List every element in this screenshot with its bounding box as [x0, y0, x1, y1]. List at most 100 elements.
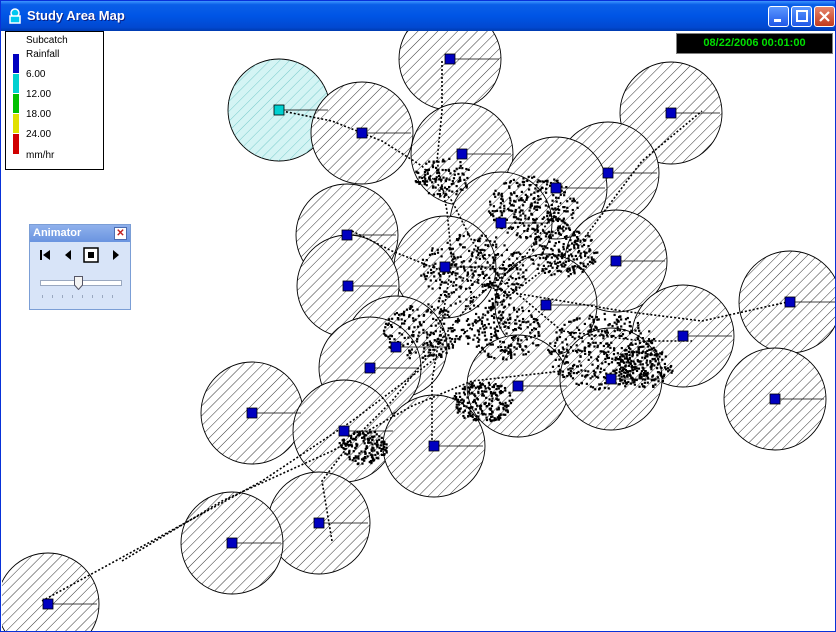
network-junction — [471, 283, 474, 286]
map-canvas[interactable] — [2, 31, 836, 631]
network-junction — [491, 415, 494, 418]
network-junction — [616, 357, 619, 361]
network-junction — [585, 382, 588, 385]
network-junction — [495, 277, 498, 280]
network-junction — [440, 280, 443, 284]
subcatchment-centroid[interactable] — [428, 440, 440, 452]
network-junction — [486, 343, 489, 346]
network-junction — [579, 364, 583, 367]
subcatchment-centroid[interactable] — [677, 330, 689, 342]
subcatchment-centroid[interactable] — [338, 425, 350, 437]
network-junction — [386, 323, 390, 326]
rewind-button[interactable] — [35, 245, 55, 265]
subcatchment-centroid[interactable] — [540, 299, 552, 311]
network-junction — [634, 329, 637, 332]
subcatchment-centroid[interactable] — [784, 296, 796, 308]
network-junction — [431, 165, 435, 169]
network-junction — [472, 399, 476, 403]
subcatchment-centroid[interactable] — [512, 380, 524, 392]
network-junction — [414, 318, 417, 321]
subcatchment-centroid[interactable] — [341, 229, 353, 241]
network-junction — [456, 256, 459, 259]
subcatchment-centroid[interactable] — [439, 261, 451, 273]
subcatchment-centroid[interactable] — [444, 53, 456, 65]
network-junction — [410, 348, 413, 351]
network-junction — [646, 374, 649, 377]
subcatchment-centroid[interactable] — [342, 280, 354, 292]
subcatchment-centroid[interactable] — [602, 167, 614, 179]
title-bar[interactable]: Study Area Map — [1, 1, 835, 31]
network-junction — [613, 313, 616, 317]
network-junction — [494, 293, 497, 296]
network-junction — [555, 331, 558, 334]
subcatchment-centroid[interactable] — [390, 341, 402, 353]
subcatchment-centroid[interactable] — [246, 407, 258, 419]
network-junction — [517, 272, 520, 275]
subcatchment-centroid[interactable] — [665, 107, 677, 119]
subcatchment-centroid[interactable] — [42, 598, 54, 610]
stop-button[interactable] — [81, 245, 101, 265]
network-junction — [546, 210, 549, 213]
network-junction — [512, 306, 516, 309]
network-junction — [567, 254, 571, 257]
network-junction — [489, 203, 492, 206]
network-junction — [625, 374, 629, 378]
network-junction — [515, 234, 518, 237]
network-junction — [501, 358, 505, 361]
subcatchment-centroid[interactable] — [313, 517, 325, 529]
network-junction — [542, 247, 545, 250]
network-junction — [526, 229, 529, 232]
back-button[interactable] — [58, 245, 78, 265]
network-junction — [358, 452, 361, 455]
subcatchment-centroid[interactable] — [273, 104, 285, 116]
network-junction — [527, 224, 530, 227]
network-junction — [485, 396, 488, 399]
network-junction — [592, 258, 595, 261]
maximize-button[interactable] — [791, 6, 812, 27]
network-junction — [657, 358, 660, 361]
network-junction — [490, 332, 493, 336]
network-junction — [511, 209, 514, 213]
animator-title-bar[interactable]: Animator ✕ — [30, 225, 130, 242]
subcatchment-centroid[interactable] — [364, 362, 376, 374]
close-button[interactable] — [814, 6, 835, 27]
network-junction — [407, 336, 410, 339]
subcatchment-centroid[interactable] — [226, 537, 238, 549]
network-junction — [376, 439, 379, 442]
subcatchment-centroid[interactable] — [550, 182, 562, 194]
network-junction — [577, 383, 580, 386]
network-junction — [486, 404, 489, 408]
network-junction — [520, 190, 523, 193]
network-junction — [573, 234, 576, 237]
animator-panel[interactable]: Animator ✕ — [29, 224, 131, 310]
network-junction — [470, 296, 473, 300]
map-drawing[interactable] — [2, 31, 836, 631]
network-junction — [583, 322, 586, 326]
network-junction — [649, 361, 652, 364]
network-junction — [351, 459, 354, 462]
network-junction — [495, 334, 498, 338]
subcatchment-centroid[interactable] — [456, 148, 468, 160]
network-junction — [501, 199, 504, 203]
minimize-button[interactable] — [768, 6, 789, 27]
animator-close-button[interactable]: ✕ — [114, 227, 127, 240]
datetime-display: 08/22/2006 00:01:00 — [676, 33, 833, 54]
network-junction — [433, 339, 436, 342]
network-junction — [522, 177, 525, 180]
network-junction — [462, 414, 465, 418]
network-junction — [449, 280, 453, 283]
network-junction — [490, 394, 493, 397]
network-junction — [576, 236, 579, 239]
forward-button[interactable] — [106, 245, 126, 265]
network-junction — [422, 314, 425, 317]
subcatchment-centroid[interactable] — [769, 393, 781, 405]
subcatchment-centroid[interactable] — [605, 373, 617, 385]
speed-slider-thumb[interactable] — [74, 276, 83, 290]
network-junction — [426, 271, 430, 274]
subcatchment-centroid[interactable] — [495, 217, 507, 229]
map-legend[interactable]: Subcatch Rainfall 6.00 12.00 18.00 24.00… — [5, 31, 104, 170]
network-junction — [458, 285, 461, 288]
network-junction — [391, 317, 394, 320]
subcatchment-centroid[interactable] — [356, 127, 368, 139]
subcatchment-centroid[interactable] — [610, 255, 622, 267]
